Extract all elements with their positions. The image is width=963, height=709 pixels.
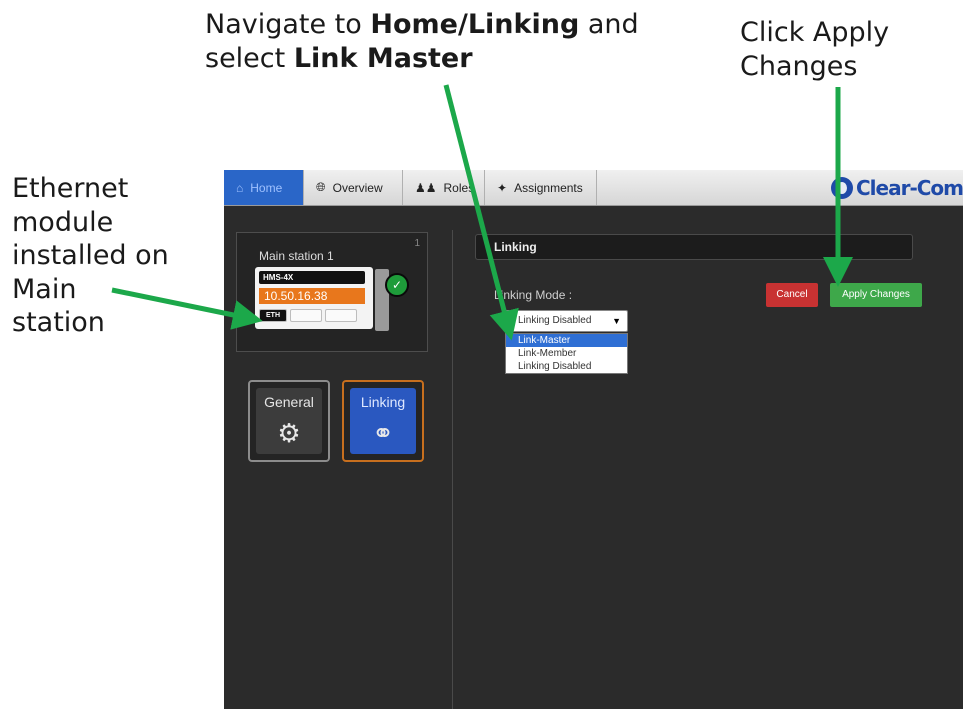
device-module: HMS-4X 10.50.16.38 ETH [255, 267, 373, 329]
general-button[interactable]: General ⚙ [248, 380, 330, 462]
station-card[interactable]: 1 Main station 1 HMS-4X 10.50.16.38 ETH … [236, 232, 428, 352]
app-window: ⌂ Home 🌐︎ Overview ♟♟ Roles ✦ Assignment… [224, 170, 963, 709]
chevron-down-icon: ▼ [612, 316, 621, 326]
option-link-master[interactable]: Link-Master [506, 334, 627, 347]
users-icon: ♟♟ [415, 180, 437, 195]
linking-label: Linking [360, 394, 406, 410]
check-icon: ✓ [385, 273, 409, 297]
linking-button[interactable]: Linking ⚭ [342, 380, 424, 462]
gear-icon: ⚙ [277, 418, 301, 448]
tab-assignments[interactable]: ✦ Assignments [485, 170, 597, 205]
tab-overview[interactable]: 🌐︎ Overview [304, 170, 403, 205]
linking-button-face: Linking ⚭ [350, 388, 416, 454]
annotation-apply: Click Apply Changes [740, 17, 890, 82]
station-name: Main station 1 [259, 249, 334, 263]
annotation-navigate: Navigate to Home/Linking and select Link… [205, 9, 639, 74]
linking-mode-label: Linking Mode : [494, 288, 573, 302]
option-linking-disabled[interactable]: Linking Disabled [506, 360, 627, 373]
tab-home-label: Home [250, 180, 283, 195]
clear-com-logo: Clear-Com [830, 174, 963, 202]
option-link-member[interactable]: Link-Member [506, 347, 627, 360]
station-number: 1 [414, 238, 420, 249]
cancel-button[interactable]: Cancel [766, 283, 818, 307]
top-navbar: ⌂ Home 🌐︎ Overview ♟♟ Roles ✦ Assignment… [224, 170, 963, 206]
empty-slot [290, 309, 322, 322]
tab-assignments-label: Assignments [514, 180, 583, 195]
linking-mode-select[interactable]: Linking Disabled ▼ [505, 310, 628, 332]
tab-roles[interactable]: ♟♟ Roles [403, 170, 485, 205]
annotation-ethernet-module: Ethernet module installed on Main statio… [12, 173, 169, 338]
device-slots: ETH [259, 309, 357, 322]
clear-com-logo-icon [830, 177, 853, 199]
tab-roles-label: Roles [443, 180, 475, 195]
general-button-face: General ⚙ [256, 388, 322, 454]
general-label: General [264, 394, 314, 410]
panel-title: Linking [475, 234, 913, 260]
tab-home[interactable]: ⌂ Home [224, 170, 304, 205]
assignments-icon: ✦ [497, 180, 508, 195]
tab-overview-label: Overview [332, 180, 383, 195]
device-model: HMS-4X [259, 271, 365, 284]
linking-mode-options: Link-Master Link-Member Linking Disabled [505, 333, 628, 374]
home-icon: ⌂ [236, 180, 244, 195]
logo-text: Clear-Com [855, 176, 963, 200]
device-ip-badge: 10.50.16.38 [259, 288, 365, 304]
apply-changes-button[interactable]: Apply Changes [830, 283, 922, 307]
globe-icon: 🌐︎ [316, 180, 326, 194]
link-icon: ⚭ [372, 418, 394, 448]
column-divider [452, 230, 453, 709]
empty-slot [325, 309, 357, 322]
ethernet-slot: ETH [259, 309, 287, 322]
select-value: Linking Disabled [518, 315, 592, 326]
